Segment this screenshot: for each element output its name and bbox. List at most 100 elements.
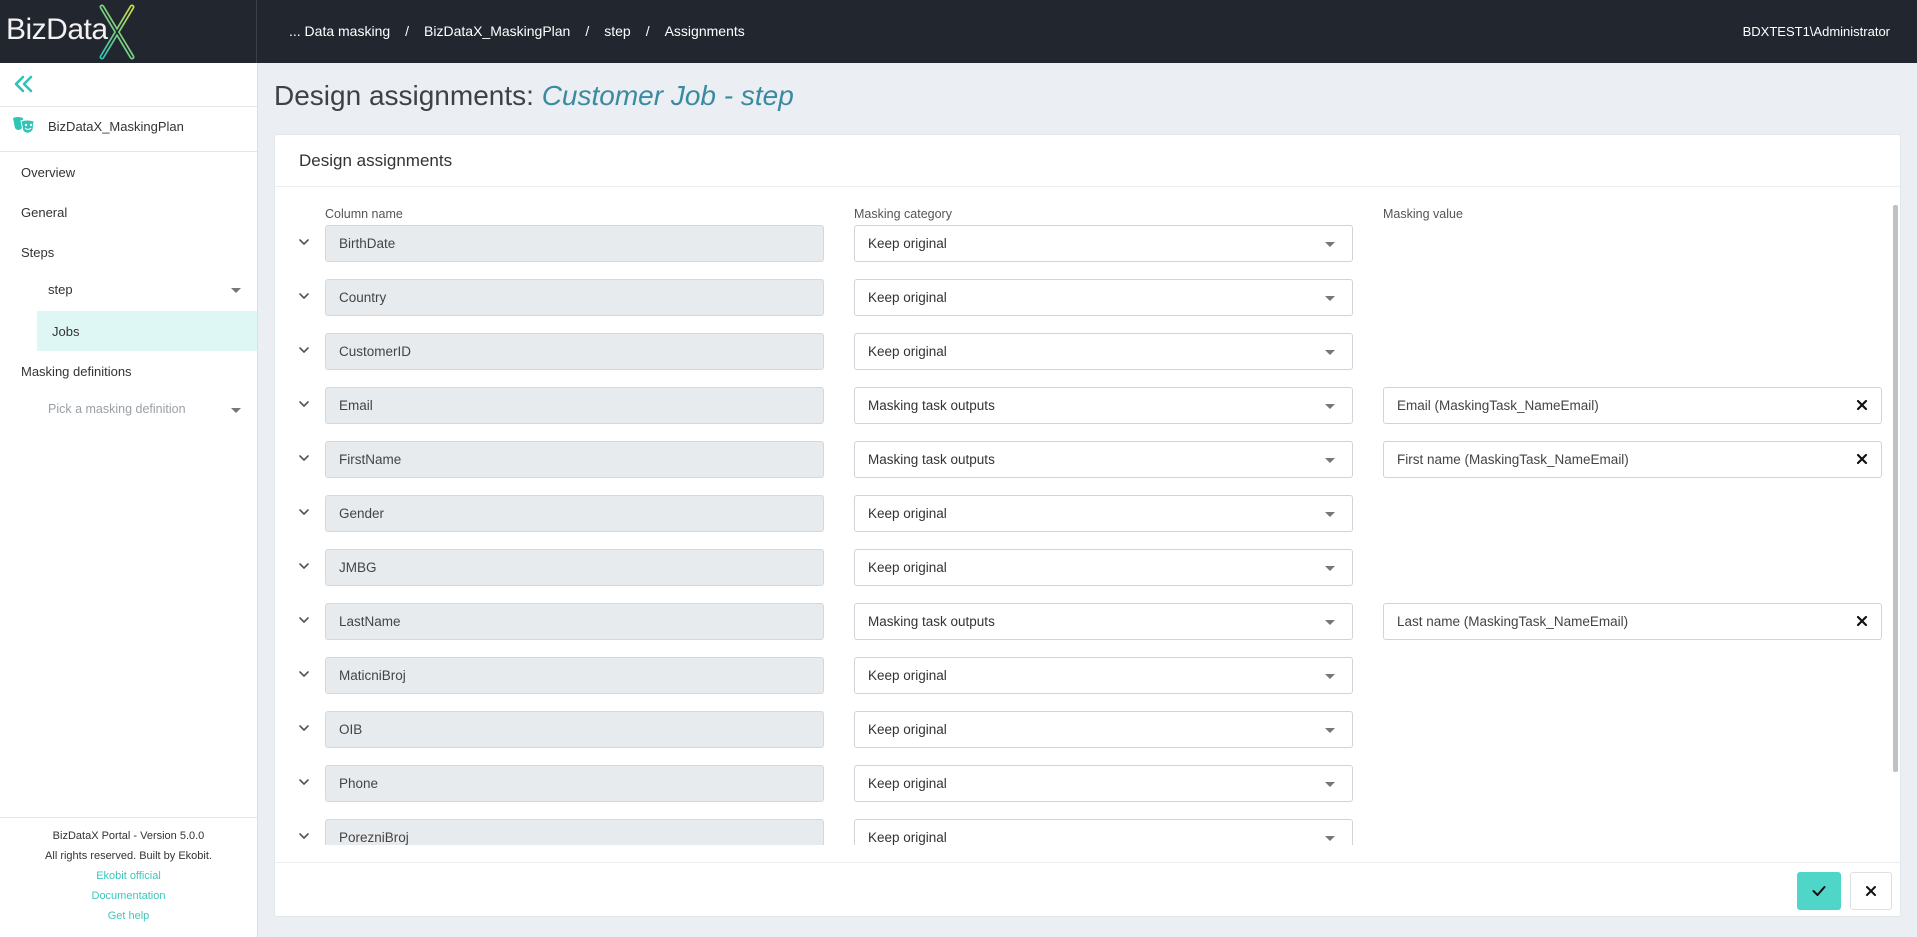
dropdown-arrow-icon — [1325, 404, 1335, 409]
dropdown-arrow-icon — [1325, 296, 1335, 301]
sidebar-item-steps[interactable]: Steps — [21, 245, 54, 260]
sidebar-item-general[interactable]: General — [21, 205, 67, 220]
logo[interactable]: BizData — [0, 0, 257, 63]
masking-category-value: Keep original — [868, 722, 947, 737]
page-title-subject: Customer Job - step — [541, 80, 794, 111]
assignment-row: FirstName Masking task outputs First name … — [275, 441, 1885, 478]
masking-category-select[interactable]: Keep original — [854, 549, 1353, 586]
column-name-header: Column name — [325, 207, 403, 221]
masking-category-select[interactable]: Masking task outputs — [854, 387, 1353, 424]
masks-icon — [13, 117, 35, 134]
expand-row-chevron-icon[interactable] — [297, 775, 311, 789]
masking-category-value: Masking task outputs — [868, 614, 995, 629]
sidebar-divider — [0, 106, 257, 107]
masking-definition-dropdown-icon[interactable] — [231, 408, 241, 413]
masking-category-select[interactable]: Keep original — [854, 279, 1353, 316]
dropdown-arrow-icon — [1325, 350, 1335, 355]
expand-row-chevron-icon[interactable] — [297, 505, 311, 519]
masking-category-select[interactable]: Keep original — [854, 819, 1353, 845]
cancel-button[interactable] — [1850, 872, 1892, 910]
check-icon — [1812, 886, 1826, 896]
assignments-list[interactable]: BirthDate Keep original Country Keep origin… — [275, 225, 1885, 845]
masking-value-field[interactable]: Last name (MaskingTask_NameEmail) — [1383, 603, 1882, 640]
dropdown-arrow-icon — [1325, 836, 1335, 841]
masking-category-select[interactable]: Keep original — [854, 333, 1353, 370]
save-button[interactable] — [1797, 872, 1841, 910]
masking-definition-picker[interactable]: Pick a masking definition — [48, 402, 186, 416]
sidebar-item-overview[interactable]: Overview — [21, 165, 75, 180]
top-bar: BizData ... Data masking / BizDataX_Mask… — [0, 0, 1917, 63]
clear-value-icon[interactable] — [1855, 452, 1869, 466]
clear-value-icon[interactable] — [1855, 398, 1869, 412]
link-get-help[interactable]: Get help — [0, 906, 257, 926]
sidebar-item-jobs[interactable]: Jobs — [37, 311, 257, 351]
column-name-field: CustomerID — [325, 333, 824, 370]
assignment-row: Country Keep original — [275, 279, 1885, 316]
page-title-prefix: Design assignments: — [274, 80, 542, 111]
column-name-field: BirthDate — [325, 225, 824, 262]
scrollbar[interactable] — [1893, 205, 1898, 772]
masking-category-select[interactable]: Keep original — [854, 711, 1353, 748]
breadcrumb-assignments[interactable]: Assignments — [665, 23, 745, 39]
expand-row-chevron-icon[interactable] — [297, 721, 311, 735]
card-title: Design assignments — [299, 151, 453, 170]
sidebar-item-masking-definitions[interactable]: Masking definitions — [21, 364, 132, 379]
column-name-field: OIB — [325, 711, 824, 748]
masking-category-select[interactable]: Keep original — [854, 225, 1353, 262]
breadcrumb-data-masking[interactable]: ... Data masking — [289, 23, 390, 39]
dropdown-arrow-icon — [1325, 458, 1335, 463]
clear-value-icon[interactable] — [1855, 614, 1869, 628]
masking-category-value: Keep original — [868, 830, 947, 845]
sidebar-divider — [0, 151, 257, 152]
page-title: Design assignments: Customer Job - step — [274, 80, 794, 112]
link-ekobit-official[interactable]: Ekobit official — [0, 866, 257, 886]
masking-category-select[interactable]: Keep original — [854, 657, 1353, 694]
column-name-field: PorezniBroj — [325, 819, 824, 845]
card-divider — [275, 186, 1900, 187]
expand-row-chevron-icon[interactable] — [297, 289, 311, 303]
plan-name: BizDataX_MaskingPlan — [48, 118, 184, 134]
masking-category-select[interactable]: Keep original — [854, 495, 1353, 532]
dropdown-arrow-icon — [1325, 242, 1335, 247]
step-dropdown-icon[interactable] — [231, 288, 241, 293]
expand-row-chevron-icon[interactable] — [297, 451, 311, 465]
assignment-row: JMBG Keep original — [275, 549, 1885, 586]
masking-category-value: Keep original — [868, 560, 947, 575]
expand-row-chevron-icon[interactable] — [297, 397, 311, 411]
dropdown-arrow-icon — [1325, 782, 1335, 787]
masking-value-field[interactable]: Email (MaskingTask_NameEmail) — [1383, 387, 1882, 424]
column-name-field: MaticniBroj — [325, 657, 824, 694]
masking-category-select[interactable]: Masking task outputs — [854, 603, 1353, 640]
column-name-field: LastName — [325, 603, 824, 640]
sidebar-item-step[interactable]: step — [48, 282, 73, 297]
expand-row-chevron-icon[interactable] — [297, 667, 311, 681]
sidebar-footer: BizDataX Portal - Version 5.0.0 All righ… — [0, 818, 257, 926]
expand-row-chevron-icon[interactable] — [297, 829, 311, 843]
breadcrumb-separator: / — [585, 23, 590, 39]
breadcrumb-masking-plan[interactable]: BizDataX_MaskingPlan — [424, 23, 570, 39]
dropdown-arrow-icon — [1325, 674, 1335, 679]
assignment-row: BirthDate Keep original — [275, 225, 1885, 262]
expand-row-chevron-icon[interactable] — [297, 343, 311, 357]
dropdown-arrow-icon — [1325, 620, 1335, 625]
masking-value-field[interactable]: First name (MaskingTask_NameEmail) — [1383, 441, 1882, 478]
masking-category-select[interactable]: Masking task outputs — [854, 441, 1353, 478]
collapse-sidebar-icon[interactable] — [12, 72, 36, 96]
masking-category-value: Keep original — [868, 290, 947, 305]
expand-row-chevron-icon[interactable] — [297, 559, 311, 573]
user-menu[interactable]: BDXTEST1\Administrator — [1743, 24, 1890, 39]
logo-x-icon — [99, 4, 135, 60]
version-text: BizDataX Portal - Version 5.0.0 — [52, 830, 205, 842]
expand-row-chevron-icon[interactable] — [297, 235, 311, 249]
masking-value-text: Last name (MaskingTask_NameEmail) — [1397, 614, 1629, 629]
footer-divider — [275, 862, 1900, 863]
expand-row-chevron-icon[interactable] — [297, 613, 311, 627]
assignment-row: Phone Keep original — [275, 765, 1885, 802]
column-name-field: JMBG — [325, 549, 824, 586]
masking-category-value: Keep original — [868, 236, 947, 251]
masking-category-select[interactable]: Keep original — [854, 765, 1353, 802]
sidebar-plan[interactable]: BizDataX_MaskingPlan — [12, 116, 184, 136]
link-documentation[interactable]: Documentation — [0, 886, 257, 906]
assignment-row: PorezniBroj Keep original — [275, 819, 1885, 845]
breadcrumb-step[interactable]: step — [604, 23, 630, 39]
